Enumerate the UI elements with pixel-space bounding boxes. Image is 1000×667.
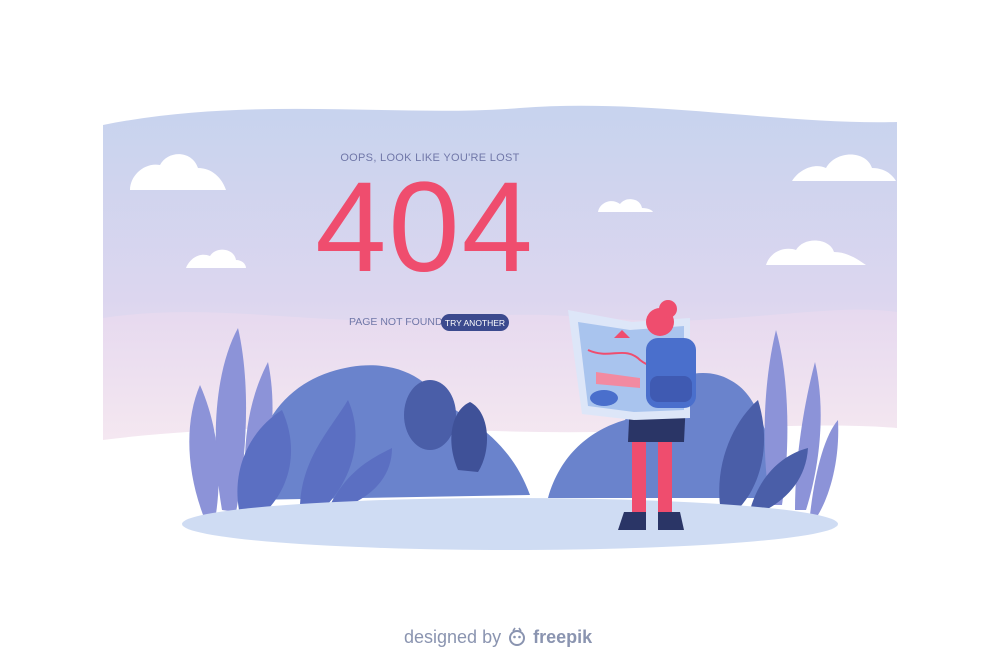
freepik-logo-icon (509, 627, 526, 646)
bush-left-dark (404, 380, 456, 450)
illustration-scene (103, 105, 897, 580)
freepik-credit[interactable]: designed by freepik (404, 624, 592, 650)
error-code: 404 (315, 156, 535, 299)
try-another-button[interactable]: TRY ANOTHER (441, 314, 509, 331)
freepik-brand: freepik (533, 626, 593, 647)
designed-by-text: designed by (404, 626, 502, 647)
page-not-found-text: PAGE NOT FOUND (349, 316, 443, 328)
ground-platform (182, 498, 838, 550)
